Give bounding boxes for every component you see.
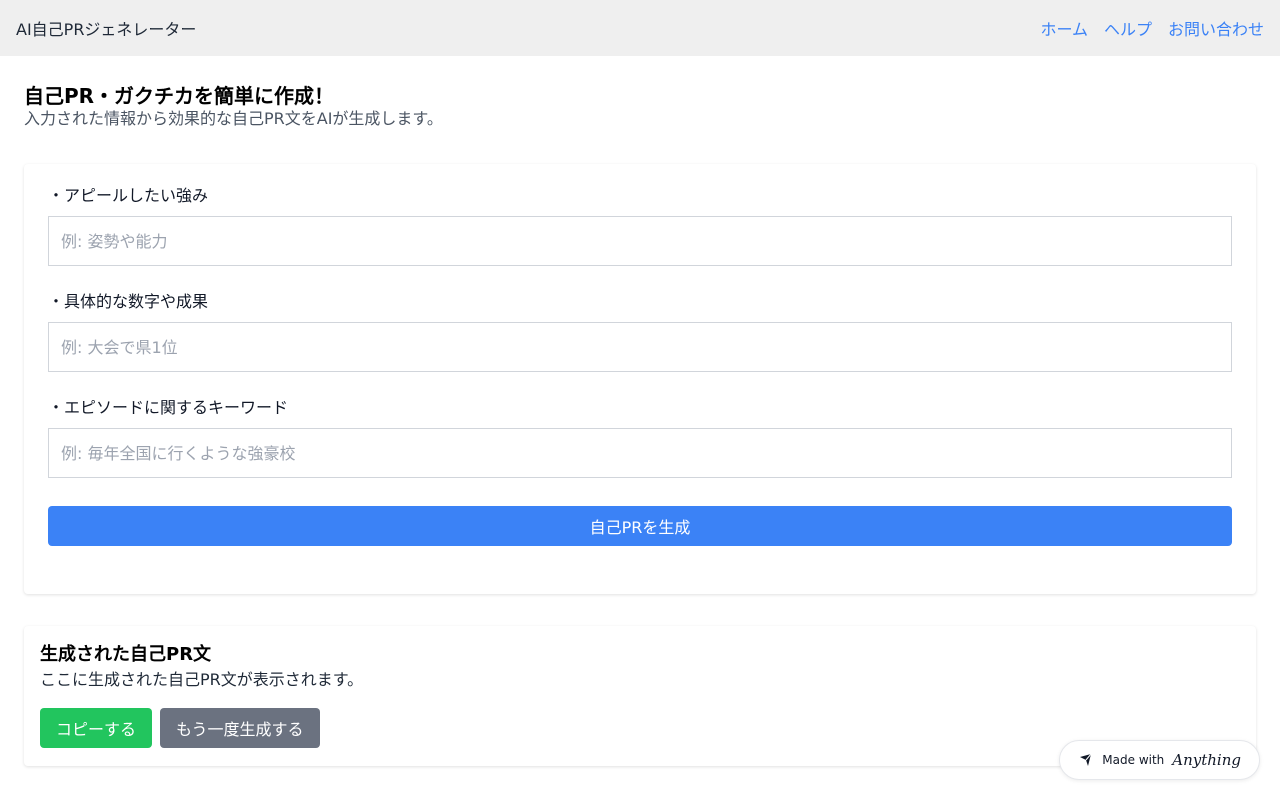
achievement-input[interactable] — [48, 322, 1232, 372]
regenerate-button[interactable]: もう一度生成する — [160, 708, 320, 748]
episode-keywords-input[interactable] — [48, 428, 1232, 478]
page-title: 自己PR・ガクチカを簡単に作成！ — [24, 84, 335, 108]
copy-button[interactable]: コピーする — [40, 708, 153, 748]
main-content: 自己PR・ガクチカを簡単に作成！ 入力された情報から効果的な自己PR文をAIが生… — [0, 56, 1280, 766]
made-with-text: Made with — [1102, 753, 1165, 767]
generate-pr-button[interactable]: 自己PRを生成 — [48, 506, 1232, 546]
nav-contact-link[interactable]: お問い合わせ — [1168, 16, 1264, 40]
top-nav: ホーム ヘルプ お問い合わせ — [1040, 16, 1264, 40]
strength-input[interactable] — [48, 216, 1232, 266]
episode-label: ・エピソードに関するキーワード — [48, 398, 289, 417]
achievement-field: ・具体的な数字や成果 — [48, 290, 1232, 372]
strength-label: ・アピールしたい強み — [48, 186, 209, 205]
result-title: 生成された自己PR文 — [40, 644, 212, 665]
pr-form-card: ・アピールしたい強み ・具体的な数字や成果 ・エピソードに関するキーワード 自己… — [24, 164, 1256, 594]
app-brand[interactable]: AI自己PRジェネレーター — [16, 16, 196, 40]
made-with-brand: Anything — [1172, 751, 1241, 769]
achievement-label: ・具体的な数字や成果 — [48, 292, 209, 311]
result-text: ここに生成された自己PR文が表示されます。 — [40, 670, 364, 689]
top-header: AI自己PRジェネレーター ホーム ヘルプ お問い合わせ — [0, 0, 1280, 56]
anything-logo-icon — [1078, 752, 1094, 768]
strength-field: ・アピールしたい強み — [48, 184, 1232, 266]
result-actions: コピーする もう一度生成する — [40, 708, 1240, 748]
nav-help-link[interactable]: ヘルプ — [1104, 16, 1152, 40]
nav-home-link[interactable]: ホーム — [1040, 16, 1088, 40]
episode-field: ・エピソードに関するキーワード — [48, 396, 1232, 478]
made-with-badge[interactable]: Made with Anything — [1059, 740, 1260, 780]
page-subtitle: 入力された情報から効果的な自己PR文をAIが生成します。 — [24, 109, 443, 128]
